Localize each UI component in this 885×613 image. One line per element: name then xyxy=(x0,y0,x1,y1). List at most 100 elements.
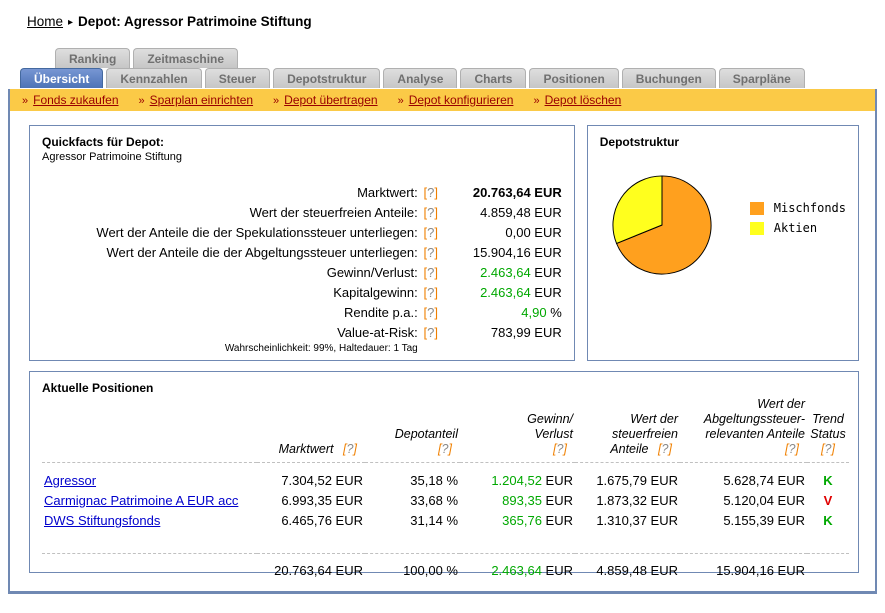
column-header-steuerfrei: Wert dersteuerfreienAnteile [?] xyxy=(575,397,680,463)
tab-ranking[interactable]: Ranking xyxy=(55,48,130,68)
legend-item-mischfonds: Mischfonds xyxy=(750,201,846,215)
help-bracket: ] xyxy=(353,442,356,456)
tab-sparpl-ne[interactable]: Sparpläne xyxy=(719,68,805,88)
tab-depotstruktur[interactable]: Depotstruktur xyxy=(273,68,380,88)
gewinn-cell: 1.204,52 EUR xyxy=(460,463,575,492)
quickfact-value: 0,00 EUR xyxy=(444,223,562,243)
breadcrumb-arrow-icon: ▸ xyxy=(68,17,73,28)
total-steuerfrei-cell: 4.859,48 EUR xyxy=(575,553,680,581)
quickfact-number: 2.463,64 xyxy=(480,285,531,300)
quickfact-label-note: Wahrscheinlichkeit: 99%, Haltedauer: 1 T… xyxy=(225,343,418,354)
tab-positionen[interactable]: Positionen xyxy=(529,68,618,88)
help-icon[interactable]: [?] xyxy=(779,442,805,457)
tab-kennzahlen[interactable]: Kennzahlen xyxy=(106,68,201,88)
steuerfrei-cell: 1.873,32 EUR xyxy=(575,491,680,511)
tab-steuer[interactable]: Steuer xyxy=(205,68,270,88)
gewinn-number: 893,35 xyxy=(502,493,542,508)
quickfact-value: 20.763,64 EUR xyxy=(444,183,562,203)
help-bracket: ] xyxy=(434,205,438,220)
quickfact-label: Wert der steuerfreien Anteile: xyxy=(250,203,418,223)
gewinn-cell: 365,76 EUR xyxy=(460,511,575,531)
help-icon[interactable]: [?] xyxy=(418,263,444,283)
help-icon[interactable]: [?] xyxy=(652,442,678,457)
tab-charts[interactable]: Charts xyxy=(460,68,526,88)
depotanteil-cell: 33,68 % xyxy=(365,491,460,511)
help-bracket: ] xyxy=(434,325,438,340)
fund-name-cell: Carmignac Patrimoine A EUR acc xyxy=(42,491,257,511)
quickfact-value: 15.904,16 EUR xyxy=(444,243,562,263)
tab-bersicht[interactable]: Übersicht xyxy=(20,68,103,88)
quickfact-label: Rendite p.a.: xyxy=(344,303,418,323)
help-bracket: ] xyxy=(563,442,566,456)
quickfact-number: 2.463,64 xyxy=(480,265,531,280)
total-depotanteil-cell: 100,00 % xyxy=(365,553,460,581)
help-icon[interactable]: [?] xyxy=(418,203,444,223)
total-gewinn-number: 2.463,64 xyxy=(491,563,542,578)
help-icon[interactable]: [?] xyxy=(432,442,458,457)
help-icon[interactable]: [?] xyxy=(815,442,841,457)
quickfact-label: Wert der Anteile die der Abgeltungssteue… xyxy=(107,243,418,263)
quickfacts-panel: Quickfacts für Depot: Agressor Patrimoin… xyxy=(29,125,575,361)
gewinn-number: 365,76 xyxy=(502,513,542,528)
help-bracket: ] xyxy=(668,442,671,456)
position-row: DWS Stiftungsfonds6.465,76 EUR31,14 %365… xyxy=(42,511,849,531)
pie-legend: MischfondsAktien xyxy=(750,201,846,277)
legend-swatch-mischfonds xyxy=(750,202,764,215)
secondary-tab-bar: RankingZeitmaschine xyxy=(55,48,885,68)
table-spacer-row xyxy=(42,531,849,553)
page-title: Depot: Agressor Patrimoine Stiftung xyxy=(78,14,312,29)
help-icon[interactable]: [?] xyxy=(418,183,444,203)
column-header-gewinn: Gewinn/Verlust[?] xyxy=(460,397,575,463)
help-icon[interactable]: [?] xyxy=(418,283,444,303)
action-link-sparplan-einrichten[interactable]: Sparplan einrichten xyxy=(150,93,253,107)
help-icon[interactable]: [?] xyxy=(418,243,444,263)
help-icon[interactable]: [?] xyxy=(418,323,444,343)
depot-structure-chart: MischfondsAktien xyxy=(610,173,846,277)
fund-name-cell: DWS Stiftungsfonds xyxy=(42,511,257,531)
quickfacts-rows: Marktwert:[?]20.763,64 EURWert der steue… xyxy=(42,183,562,354)
fund-link-dws-stiftungsfonds[interactable]: DWS Stiftungsfonds xyxy=(44,513,160,528)
action-link-depot-l-schen[interactable]: Depot löschen xyxy=(545,93,622,107)
abgeltung-cell: 5.155,39 EUR xyxy=(680,511,807,531)
fund-link-carmignac-patrimoine-a-eur-acc[interactable]: Carmignac Patrimoine A EUR acc xyxy=(44,493,238,508)
content-area: Quickfacts für Depot: Agressor Patrimoin… xyxy=(10,111,875,573)
tab-buchungen[interactable]: Buchungen xyxy=(622,68,716,88)
column-header-trend: TrendStatus[?] xyxy=(807,397,849,463)
legend-swatch-aktien xyxy=(750,222,764,235)
quickfact-row: Value-at-Risk:Wahrscheinlichkeit: 99%, H… xyxy=(42,323,562,354)
help-icon[interactable]: [?] xyxy=(547,442,573,457)
trend-status-cell: K xyxy=(807,463,849,492)
help-icon[interactable]: [?] xyxy=(418,223,444,243)
gewinn-number: 1.204,52 xyxy=(491,473,542,488)
quickfact-row: Wert der Anteile die der Spekulationsste… xyxy=(42,223,562,243)
action-item-sparplan-einrichten: »Sparplan einrichten xyxy=(139,93,254,107)
quickfact-label-main: Value-at-Risk: xyxy=(225,323,418,343)
trend-status-cell: K xyxy=(807,511,849,531)
table-header-row: Marktwert [?]Depotanteil [?]Gewinn/Verlu… xyxy=(42,397,849,463)
action-link-depot-konfigurieren[interactable]: Depot konfigurieren xyxy=(409,93,514,107)
action-item-depot-konfigurieren: »Depot konfigurieren xyxy=(398,93,514,107)
abgeltung-cell: 5.120,04 EUR xyxy=(680,491,807,511)
tab-zeitmaschine[interactable]: Zeitmaschine xyxy=(133,48,238,68)
quickfacts-subtitle: Agressor Patrimoine Stiftung xyxy=(42,151,562,163)
help-icon[interactable]: [?] xyxy=(337,442,363,457)
column-header-name xyxy=(42,397,257,463)
help-icon[interactable]: [?] xyxy=(418,303,444,323)
depotanteil-cell: 35,18 % xyxy=(365,463,460,492)
column-header-abgeltung: Wert derAbgeltungssteuer-relevanten Ante… xyxy=(680,397,807,463)
action-item-depot-l-schen: »Depot löschen xyxy=(533,93,621,107)
action-link-fonds-zukaufen[interactable]: Fonds zukaufen xyxy=(33,93,118,107)
tab-analyse[interactable]: Analyse xyxy=(383,68,457,88)
gewinn-cell: 893,35 EUR xyxy=(460,491,575,511)
action-link-depot-bertragen[interactable]: Depot übertragen xyxy=(284,93,377,107)
table-total-row: 20.763,64 EUR100,00 %2.463,64 EUR4.859,4… xyxy=(42,553,849,581)
quickfact-row: Rendite p.a.:[?]4,90 % xyxy=(42,303,562,323)
fund-link-agressor[interactable]: Agressor xyxy=(44,473,96,488)
positions-panel: Aktuelle Positionen Marktwert [?]Depotan… xyxy=(29,371,859,573)
action-item-fonds-zukaufen: »Fonds zukaufen xyxy=(22,93,119,107)
breadcrumb-home-link[interactable]: Home xyxy=(27,14,63,29)
quickfact-label: Gewinn/Verlust: xyxy=(327,263,418,283)
quickfact-row: Wert der steuerfreien Anteile:[?]4.859,4… xyxy=(42,203,562,223)
action-item-depot-bertragen: »Depot übertragen xyxy=(273,93,378,107)
depotanteil-cell: 31,14 % xyxy=(365,511,460,531)
